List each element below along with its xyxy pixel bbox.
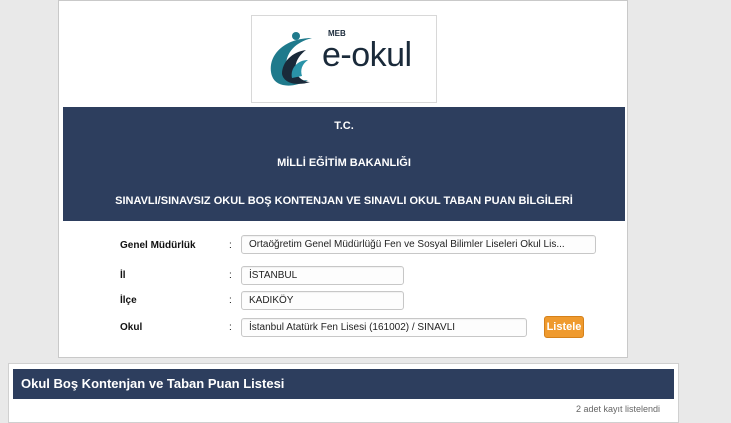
genel-mudurluk-colon: : bbox=[229, 240, 232, 251]
genel-mudurluk-label: Genel Müdürlük bbox=[120, 240, 196, 251]
ilce-select[interactable]: KADIKÖY bbox=[241, 291, 404, 310]
okul-colon: : bbox=[229, 322, 232, 333]
header-band: T.C. MİLLİ EĞİTİM BAKANLIĞI SINAVLI/SINA… bbox=[63, 107, 625, 221]
header-ministry: MİLLİ EĞİTİM BAKANLIĞI bbox=[277, 157, 411, 169]
logo-brand-text: e-okul bbox=[322, 36, 412, 74]
il-select[interactable]: İSTANBUL bbox=[241, 266, 404, 285]
result-list-title: Okul Boş Kontenjan ve Taban Puan Listesi bbox=[13, 369, 674, 399]
e-okul-logo: MEB e-okul bbox=[251, 15, 437, 103]
genel-mudurluk-select[interactable]: Ortaöğretim Genel Müdürlüğü Fen ve Sosya… bbox=[241, 235, 596, 254]
il-colon: : bbox=[229, 270, 232, 281]
header-page-title: SINAVLI/SINAVSIZ OKUL BOŞ KONTENJAN VE S… bbox=[115, 195, 573, 207]
ilce-label: İlçe bbox=[120, 295, 137, 306]
result-panel: Okul Boş Kontenjan ve Taban Puan Listesi… bbox=[8, 363, 679, 423]
ilce-colon: : bbox=[229, 295, 232, 306]
okul-select[interactable]: İstanbul Atatürk Fen Lisesi (161002) / S… bbox=[241, 318, 527, 337]
main-panel: MEB e-okul T.C. MİLLİ EĞİTİM BAKANLIĞI S… bbox=[58, 0, 628, 358]
header-tc: T.C. bbox=[334, 120, 354, 132]
okul-label: Okul bbox=[120, 322, 143, 333]
il-label: İl bbox=[120, 270, 126, 281]
listele-button[interactable]: Listele bbox=[544, 316, 584, 338]
result-record-count: 2 adet kayıt listelendi bbox=[575, 404, 660, 414]
